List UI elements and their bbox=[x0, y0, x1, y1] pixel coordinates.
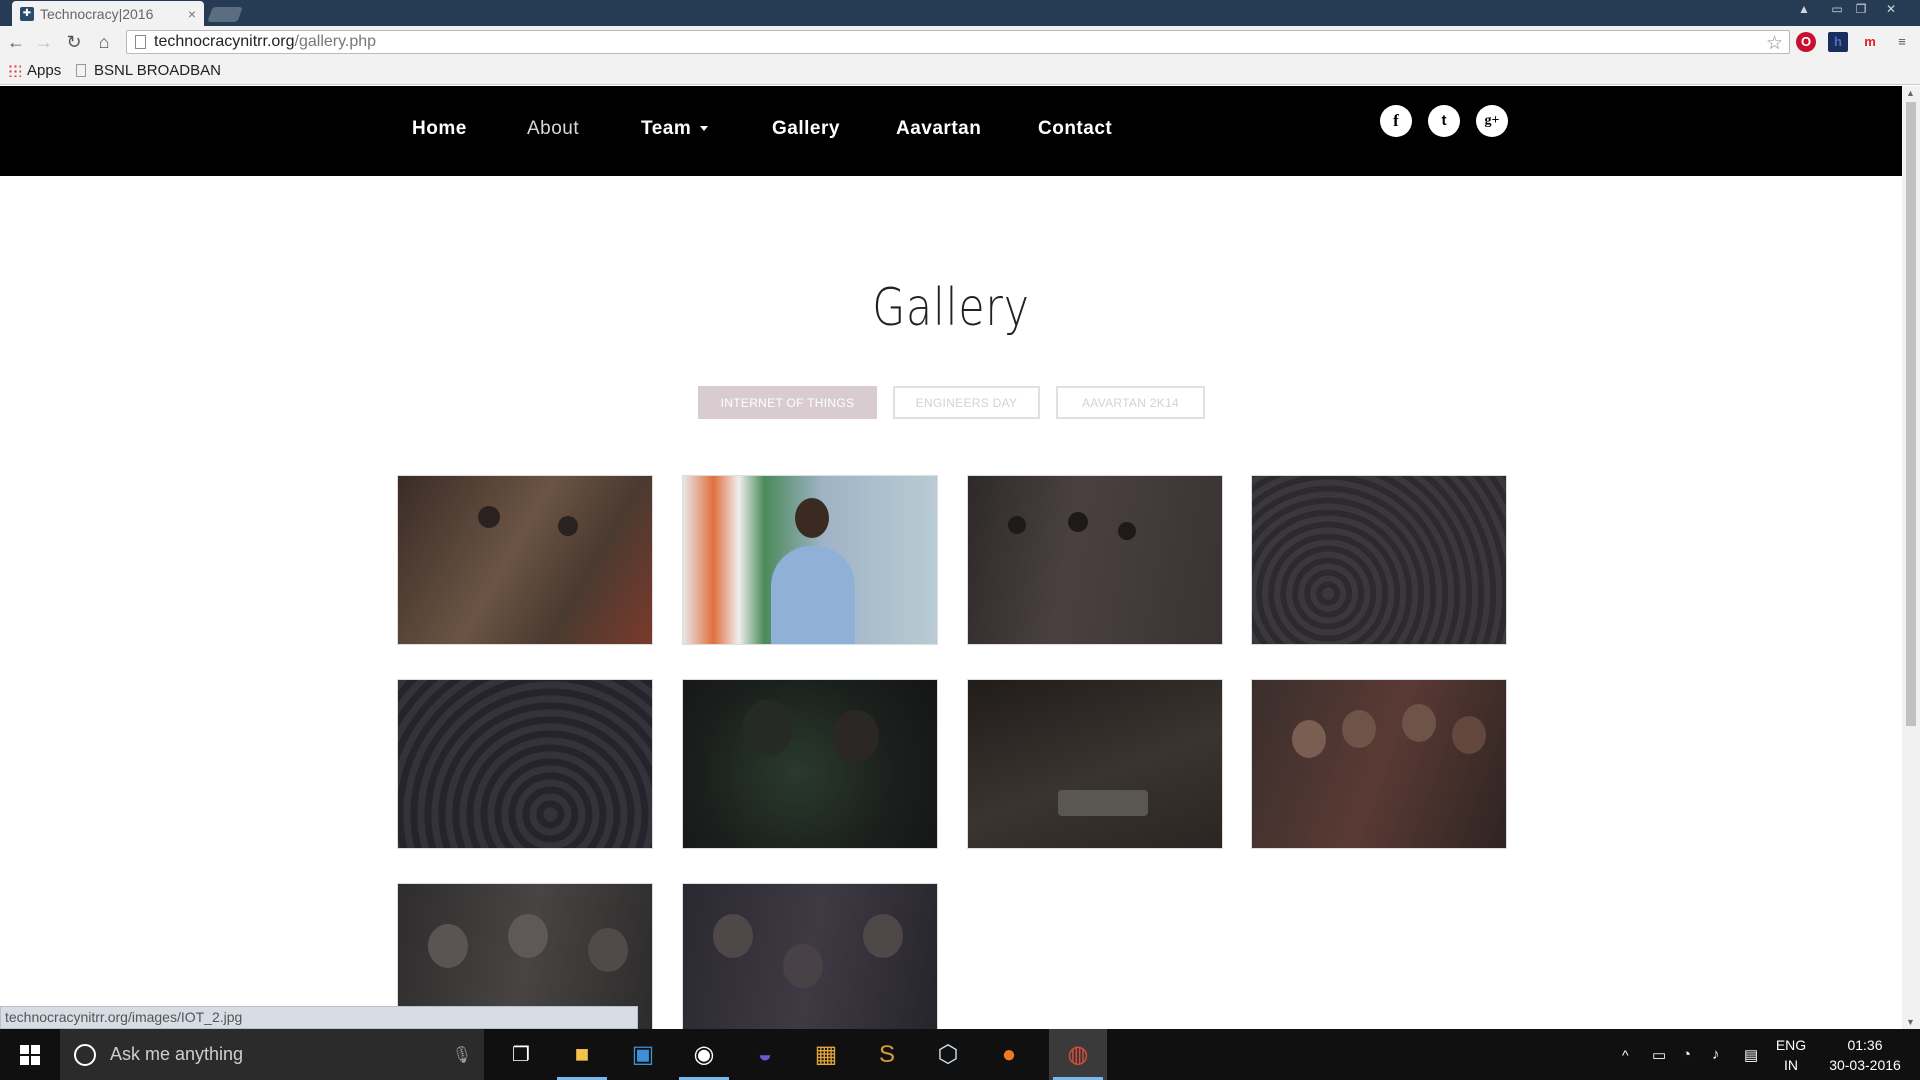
gallery-photo[interactable] bbox=[1251, 475, 1507, 645]
bookmark-bsnl[interactable]: BSNL BROADBAN bbox=[76, 62, 221, 79]
url-host: technocracynitrr.org bbox=[154, 33, 295, 50]
media-player-icon[interactable]: ◉ bbox=[675, 1029, 733, 1080]
url-path: /gallery.php bbox=[294, 33, 377, 50]
nav-home[interactable]: Home bbox=[412, 118, 467, 140]
page-title: Gallery bbox=[872, 278, 1030, 338]
photo-speakers-on-stage bbox=[968, 476, 1222, 644]
photo-students-in-dark-room bbox=[683, 680, 937, 848]
nav-gallery[interactable]: Gallery bbox=[772, 118, 840, 140]
tab-close-icon[interactable]: × bbox=[188, 6, 196, 22]
browser-toolbar: ← → ↻ ⌂ technocracynitrr.org/gallery.php… bbox=[0, 26, 1920, 59]
gallery-photo[interactable] bbox=[967, 679, 1223, 849]
status-url-bubble: technocracynitrr.org/images/IOT_2.jpg bbox=[0, 1006, 638, 1029]
photo-speakers-at-podium bbox=[398, 476, 652, 644]
task-view-icon[interactable]: ❐ bbox=[492, 1029, 550, 1080]
nav-team[interactable]: Team bbox=[641, 118, 709, 140]
search-placeholder: Ask me anything bbox=[110, 1044, 244, 1064]
microphone-icon[interactable]: 🎙 bbox=[452, 1045, 472, 1065]
filter-engineers-day[interactable]: ENGINEERS DAY bbox=[893, 386, 1040, 419]
minimize-button[interactable]: ▭ bbox=[1826, 0, 1848, 18]
virtualbox-icon[interactable]: ⬡ bbox=[919, 1029, 977, 1080]
gallery-photo[interactable] bbox=[397, 679, 653, 849]
scrollbar-thumb[interactable] bbox=[1906, 102, 1916, 726]
forward-arrow-icon[interactable]: → bbox=[32, 31, 56, 53]
twitter-icon[interactable]: t bbox=[1428, 105, 1460, 137]
battery-icon[interactable]: ▭ bbox=[1652, 1029, 1666, 1080]
bookmark-apps-label: Apps bbox=[27, 62, 62, 79]
windows-taskbar: Ask me anything 🎙 ❐ ■ ▣ ◉ ◒ ▦ S ⬡ ● ◍ ^ … bbox=[0, 1029, 1920, 1080]
extension-m-icon[interactable]: m bbox=[1860, 32, 1880, 52]
eclipse-icon[interactable]: ◒ bbox=[736, 1029, 794, 1080]
outlook-app-icon[interactable]: ▣ bbox=[614, 1029, 672, 1080]
photo-students-group bbox=[1252, 680, 1506, 848]
opera-extension-icon[interactable]: O bbox=[1796, 32, 1816, 52]
photo-students-group bbox=[683, 884, 937, 1029]
bookmarks-bar: Apps BSNL BROADBAN bbox=[0, 59, 1920, 85]
page-icon bbox=[76, 64, 86, 77]
bookmark-star-icon[interactable]: ☆ bbox=[1766, 32, 1783, 55]
close-window-button[interactable]: ✕ bbox=[1876, 0, 1906, 18]
chrome-icon[interactable]: ◍ bbox=[1049, 1029, 1107, 1080]
gallery-photo[interactable] bbox=[682, 475, 938, 645]
show-hidden-icons-chevron-icon[interactable]: ^ bbox=[1622, 1029, 1629, 1080]
store-tiles-icon[interactable]: ▦ bbox=[797, 1029, 855, 1080]
clock-time: 01:36 bbox=[1847, 1037, 1883, 1053]
gallery-photo[interactable] bbox=[682, 883, 938, 1029]
new-tab-button[interactable] bbox=[207, 7, 243, 22]
volume-icon[interactable]: ♪ bbox=[1712, 1029, 1720, 1080]
browser-tabstrip: ✚ Technocracy|2016 × ▲ ▭ ❐ ✕ bbox=[0, 0, 1920, 26]
sublime-text-icon[interactable]: S bbox=[858, 1029, 916, 1080]
scroll-up-arrow-icon[interactable]: ▲ bbox=[1906, 88, 1915, 98]
nav-contact[interactable]: Contact bbox=[1038, 118, 1112, 140]
tab-title: Technocracy|2016 bbox=[40, 5, 154, 22]
gallery-photo[interactable] bbox=[967, 475, 1223, 645]
photo-audience bbox=[1252, 476, 1506, 644]
page-scrollbar[interactable]: ▲ ▼ bbox=[1902, 86, 1920, 1029]
back-arrow-icon[interactable]: ← bbox=[4, 31, 28, 53]
cortana-search-box[interactable]: Ask me anything 🎙 bbox=[60, 1029, 484, 1080]
facebook-icon[interactable]: f bbox=[1380, 105, 1412, 137]
nav-team-label: Team bbox=[641, 118, 692, 139]
user-profile-icon[interactable]: ▲ bbox=[1794, 0, 1814, 18]
reload-icon[interactable]: ↻ bbox=[62, 31, 86, 53]
address-bar[interactable]: technocracynitrr.org/gallery.php ☆ bbox=[126, 30, 1790, 54]
bookmark-apps[interactable]: Apps bbox=[8, 62, 61, 79]
gallery-photo[interactable] bbox=[682, 679, 938, 849]
bookmark-bsnl-label: BSNL BROADBAN bbox=[94, 62, 221, 79]
windows-logo-icon bbox=[20, 1044, 40, 1065]
home-icon[interactable]: ⌂ bbox=[92, 31, 116, 53]
nav-about[interactable]: About bbox=[527, 118, 579, 140]
chrome-menu-icon[interactable]: ≡ bbox=[1892, 32, 1912, 52]
lang-line-1: ENG bbox=[1775, 1037, 1807, 1053]
cortana-icon bbox=[74, 1043, 96, 1066]
apps-grid-icon bbox=[8, 64, 21, 77]
nav-aavartan[interactable]: Aavartan bbox=[896, 118, 981, 140]
extension-h-icon[interactable]: h bbox=[1828, 32, 1848, 52]
clock-date: 30-03-2016 bbox=[1829, 1057, 1901, 1073]
system-clock[interactable]: 01:36 30-03-2016 bbox=[1820, 1035, 1910, 1075]
photo-speaker-with-microphone bbox=[683, 476, 937, 644]
google-plus-icon[interactable]: g+ bbox=[1476, 105, 1508, 137]
page-icon bbox=[135, 35, 146, 49]
firefox-icon[interactable]: ● bbox=[980, 1029, 1038, 1080]
input-language-indicator[interactable]: ENG IN bbox=[1771, 1035, 1811, 1075]
photo-breadboard-circuit bbox=[968, 680, 1222, 848]
filter-aavartan-2k14[interactable]: AAVARTAN 2K14 bbox=[1056, 386, 1205, 419]
photo-audience bbox=[398, 680, 652, 848]
chevron-down-icon bbox=[700, 126, 709, 132]
start-button[interactable] bbox=[0, 1029, 60, 1080]
site-navbar: Home About Team Gallery Aavartan Contact… bbox=[0, 86, 1902, 176]
browser-tab[interactable]: ✚ Technocracy|2016 × bbox=[12, 1, 204, 26]
favicon-icon: ✚ bbox=[20, 6, 34, 21]
gallery-photo[interactable] bbox=[397, 475, 653, 645]
page-viewport: Home About Team Gallery Aavartan Contact… bbox=[0, 86, 1902, 1029]
wifi-icon[interactable]: ◔ bbox=[1682, 1029, 1691, 1080]
scroll-down-arrow-icon[interactable]: ▼ bbox=[1906, 1017, 1915, 1027]
file-explorer-icon[interactable]: ■ bbox=[553, 1029, 611, 1080]
gallery-photo[interactable] bbox=[1251, 679, 1507, 849]
filter-internet-of-things[interactable]: INTERNET OF THINGS bbox=[698, 386, 877, 419]
lang-line-2: IN bbox=[1784, 1057, 1798, 1073]
action-center-icon[interactable]: ▤ bbox=[1744, 1029, 1758, 1080]
restore-button[interactable]: ❐ bbox=[1850, 0, 1872, 18]
